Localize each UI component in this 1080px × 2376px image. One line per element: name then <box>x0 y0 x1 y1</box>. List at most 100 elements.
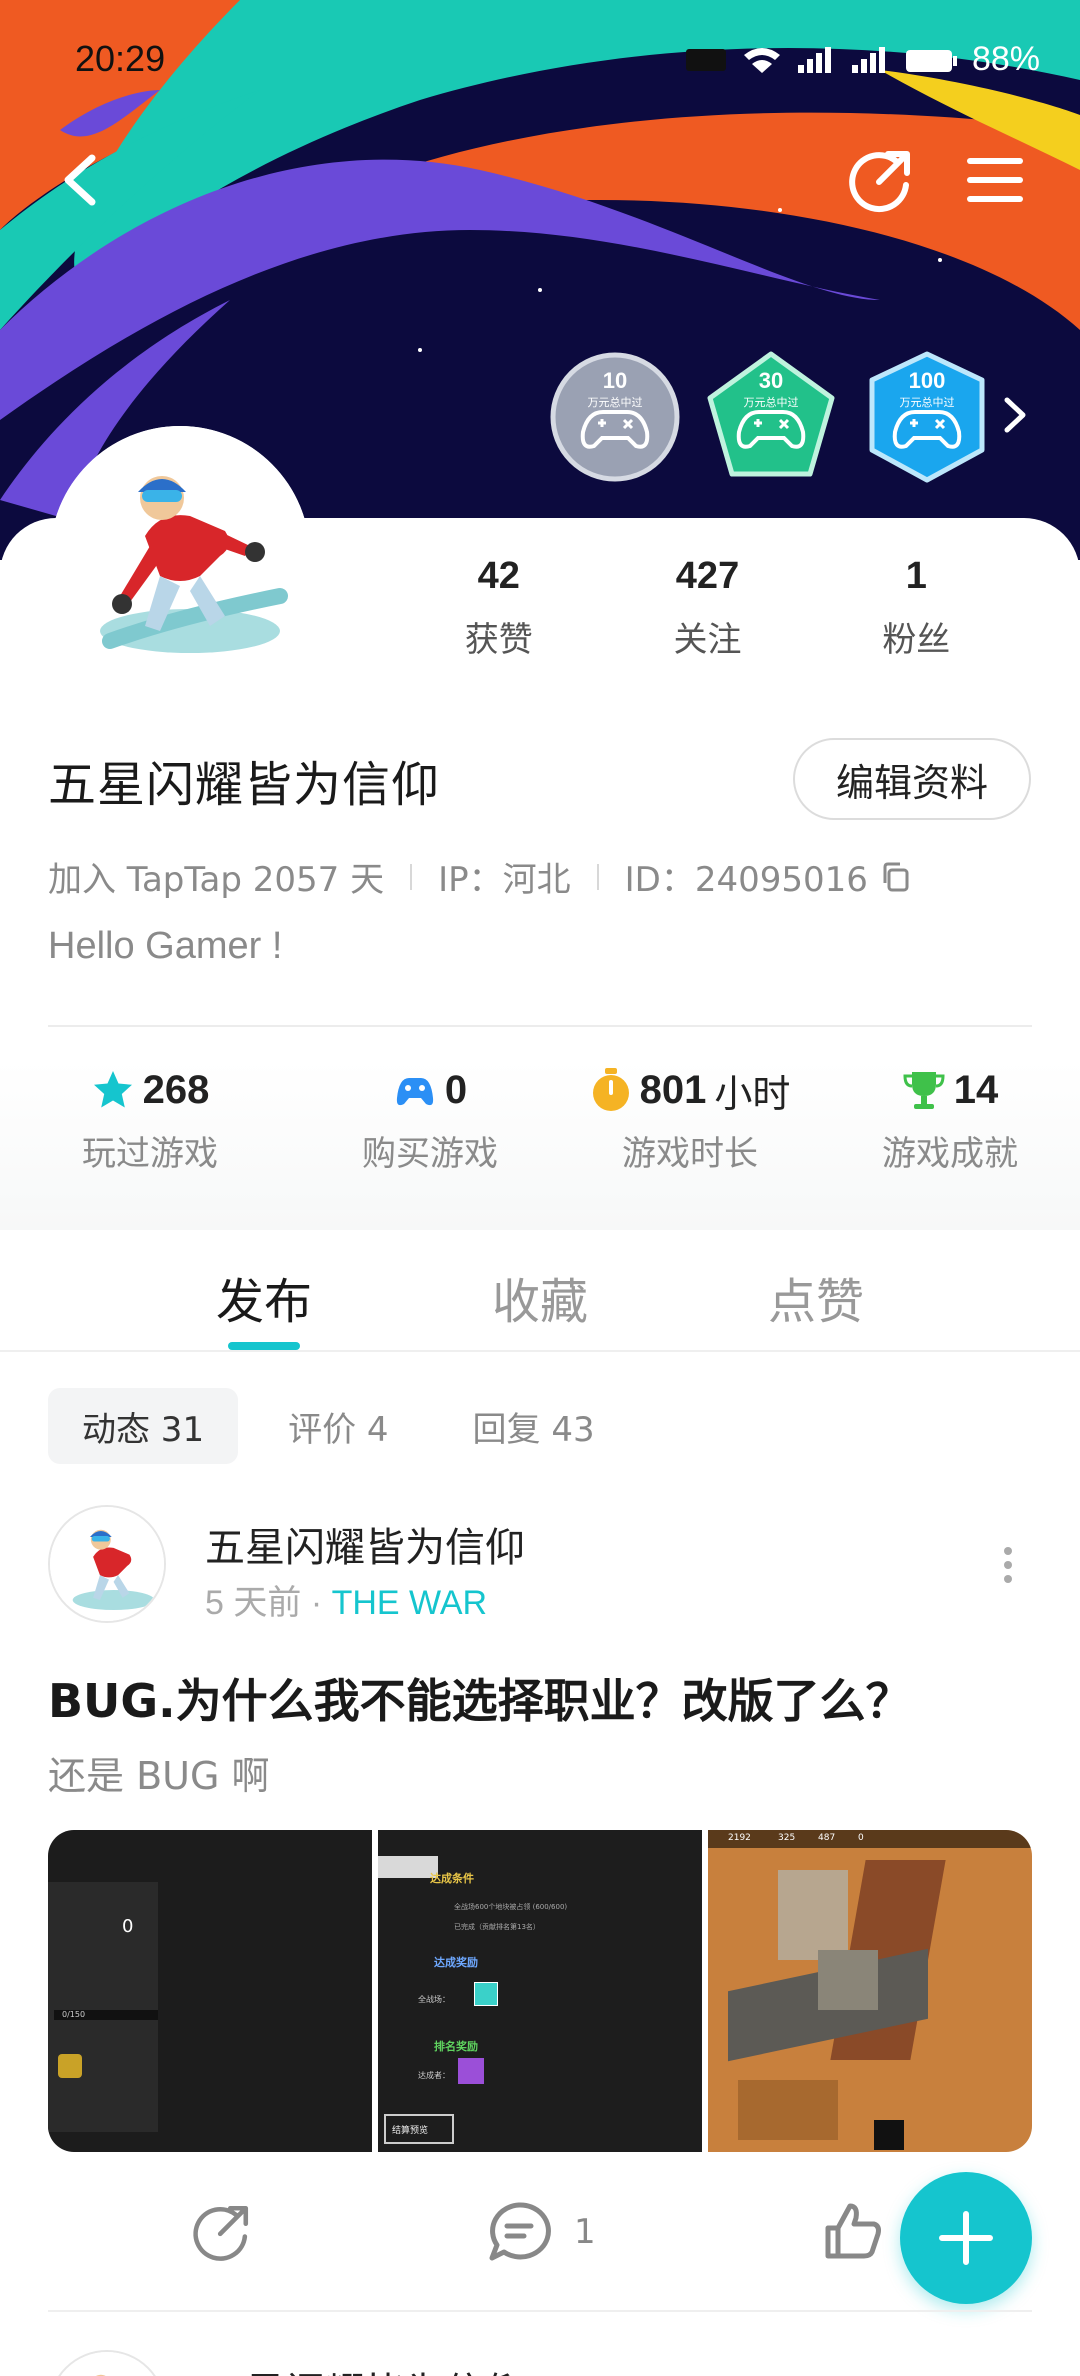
menu-button[interactable] <box>950 135 1040 225</box>
badge-number: 100 <box>908 368 946 393</box>
post-author-name[interactable]: 五星闪耀皆为信仰 <box>205 1515 525 1573</box>
user-id: ID：24095016 <box>624 860 868 900</box>
snowboarder-avatar-image <box>50 426 310 686</box>
post-image-3[interactable]: 2192 325 487 0 <box>708 1830 1032 2152</box>
image-text: 全战场： <box>418 1995 450 2004</box>
divider <box>48 2310 1032 2312</box>
share-post-button[interactable] <box>190 2200 254 2264</box>
post-time: 5 天前 <box>205 1584 302 1622</box>
comment-button[interactable]: 1 <box>486 2200 596 2264</box>
gs-value: 14 <box>953 1067 999 1112</box>
chevron-left-icon <box>64 154 96 206</box>
image-text: 325 <box>778 1833 796 1843</box>
subtab-replies[interactable]: 回复 43 <box>439 1388 629 1464</box>
tab-likes[interactable]: 点赞 <box>768 1262 864 1332</box>
image-text: 达成奖励 <box>434 1956 478 1969</box>
gs-value: 801 <box>639 1067 707 1112</box>
separator <box>596 863 599 890</box>
play-time-stat[interactable]: 801 小时 游戏时长 <box>560 1060 820 1230</box>
create-post-button[interactable] <box>900 2172 1032 2304</box>
plus-icon <box>939 2211 993 2265</box>
signal-icon-2 <box>851 46 885 73</box>
status-time: 20:29 <box>75 38 166 79</box>
image-text: 0 <box>122 1916 134 1937</box>
post-image-1[interactable]: 0 0/150 <box>48 1830 372 2152</box>
gs-unit: 小时 <box>714 1071 791 1116</box>
stat-label: 关注 <box>673 620 742 660</box>
edit-profile-button[interactable]: 编辑资料 <box>793 738 1031 820</box>
gs-label: 购买游戏 <box>362 1134 498 1174</box>
divider <box>48 1025 1032 1027</box>
battery-icon <box>905 49 957 72</box>
profile-meta: 加入 TapTap 2057 天 IP：河北 ID：24095016 <box>48 852 912 901</box>
badge-number: 30 <box>758 368 784 393</box>
achievement-badges[interactable]: 10 万元总中过 30 万元总中过 100 万元总中过 <box>548 350 994 484</box>
hd-icon <box>685 48 726 71</box>
post-game-link[interactable]: THE WAR <box>332 1584 488 1622</box>
post-meta: 5 天前 · THE WAR <box>205 1575 487 1624</box>
share-icon <box>193 2205 249 2261</box>
gs-label: 游戏时长 <box>622 1134 758 1174</box>
chevron-right-icon[interactable] <box>995 390 1035 440</box>
back-button[interactable] <box>36 135 126 225</box>
next-post-author-name[interactable]: 五星闪耀皆为信仰 <box>205 2360 525 2376</box>
played-games-stat[interactable]: 268 玩过游戏 <box>0 1060 300 1230</box>
comment-icon <box>489 2202 551 2261</box>
separator <box>410 863 413 890</box>
more-options-icon[interactable] <box>995 1545 1021 1585</box>
stat-value: 427 <box>675 555 740 597</box>
badge-caption: 万元总中过 <box>899 396 955 409</box>
bought-games-stat[interactable]: 0 购买游戏 <box>300 1060 560 1230</box>
share-icon <box>849 151 910 213</box>
post-image-2[interactable]: 达成条件 全战场600个地块被占领 (600/600) 已完成（贡献排名第13名… <box>378 1830 702 2152</box>
post-author-avatar[interactable] <box>48 1505 166 1623</box>
stat-likes[interactable]: 42 获赞 <box>395 555 602 661</box>
tab-publish[interactable]: 发布 <box>216 1262 312 1332</box>
stat-followers[interactable]: 1 粉丝 <box>813 555 1020 661</box>
subtab-reviews[interactable]: 评价 4 <box>254 1388 422 1464</box>
menu-icon <box>967 158 1023 202</box>
achievements-stat[interactable]: 14 游戏成就 <box>820 1060 1080 1230</box>
next-post-avatar[interactable] <box>48 2350 166 2376</box>
gs-label: 游戏成就 <box>882 1134 1018 1174</box>
avatar[interactable] <box>50 426 310 686</box>
battery-level: 88% <box>971 40 1040 78</box>
tab-favorites[interactable]: 收藏 <box>492 1262 588 1332</box>
share-button[interactable] <box>836 135 926 225</box>
trophy-icon <box>903 1072 945 1109</box>
badge-30[interactable]: 30 万元总中过 <box>704 350 838 484</box>
post-images: 0 0/150 达成条件 全战场600个地块被占领 (600/600) 已完成（… <box>48 1830 1032 2152</box>
subtab-moments[interactable]: 动态 31 <box>48 1388 239 1464</box>
thumbs-up-icon <box>825 2203 881 2259</box>
stat-value: 1 <box>905 555 927 597</box>
stat-label: 粉丝 <box>882 620 951 660</box>
join-days: 加入 TapTap 2057 天 <box>48 860 385 900</box>
post-body[interactable]: 还是 BUG 啊 <box>48 1745 270 1800</box>
social-stats: 42 获赞 427 关注 1 粉丝 <box>395 555 1020 661</box>
username: 五星闪耀皆为信仰 <box>48 757 441 813</box>
badge-caption: 万元总中过 <box>587 396 643 409</box>
sub-tabs: 动态 31 评价 4 回复 43 <box>48 1388 629 1464</box>
active-tab-indicator <box>228 1342 300 1350</box>
snowboarder-avatar-image <box>50 2352 164 2376</box>
gs-value: 0 <box>444 1067 468 1112</box>
comment-count: 1 <box>574 2212 596 2252</box>
badge-100[interactable]: 100 万元总中过 <box>860 350 994 484</box>
status-bar: 20:29 88% <box>0 0 1080 120</box>
gamepad-icon <box>396 1078 433 1106</box>
copy-icon[interactable] <box>880 861 912 893</box>
gs-value: 268 <box>142 1067 210 1112</box>
post-title[interactable]: BUG.为什么我不能选择职业？改版了么？ <box>48 1665 912 1731</box>
badge-caption: 万元总中过 <box>743 396 799 409</box>
image-text: 2192 <box>728 1833 751 1843</box>
badge-10[interactable]: 10 万元总中过 <box>548 350 682 484</box>
game-stats: 268 玩过游戏 0 购买游戏 801 小时 游戏时长 14 游戏成就 <box>0 1060 1080 1230</box>
image-text: 487 <box>818 1833 836 1843</box>
badge-number: 10 <box>602 368 628 393</box>
image-text: 0/150 <box>62 2010 86 2019</box>
stopwatch-icon <box>592 1068 629 1111</box>
stat-following[interactable]: 427 关注 <box>602 555 812 661</box>
meta-dot: · <box>310 1584 323 1622</box>
stat-label: 获赞 <box>464 620 533 660</box>
status-icons: 88% <box>684 40 1040 79</box>
